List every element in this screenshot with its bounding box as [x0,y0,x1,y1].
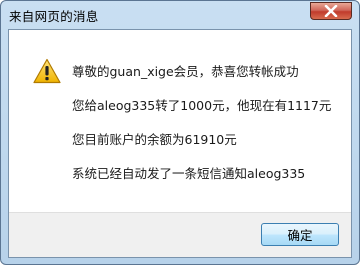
message-dialog-window: 来自网页的消息 尊敬的guan_xige会员，恭喜您转帐成功 您给aleog33… [0,0,360,265]
message-line-4: 系统已经自动发了一条短信通知aleog335 [72,166,306,181]
message-line-2: 您给aleog335转了1000元，他现在有1117元 [72,98,332,113]
ok-button[interactable]: 确定 [261,223,339,246]
message-line-1: 尊敬的guan_xige会员，恭喜您转帐成功 [72,64,299,79]
button-bar: 确定 [9,212,351,257]
message-line-3: 您目前账户的余额为61910元 [72,132,237,147]
warning-icon [33,58,61,84]
close-icon [324,5,338,17]
close-button[interactable] [310,2,352,20]
dialog-body: 尊敬的guan_xige会员，恭喜您转帐成功 您给aleog335转了1000元… [8,29,352,258]
title-bar[interactable]: 来自网页的消息 [1,1,359,28]
window-title: 来自网页的消息 [9,9,99,24]
